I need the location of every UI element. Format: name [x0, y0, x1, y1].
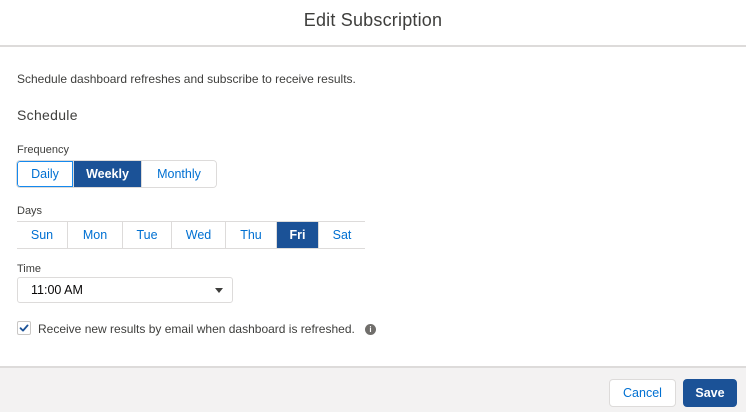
schedule-heading: Schedule — [17, 107, 78, 123]
email-results-label: Receive new results by email when dashbo… — [38, 322, 355, 336]
days-button-group: Sun Mon Tue Wed Thu Fri Sat — [17, 221, 365, 249]
modal-footer: Cancel Save — [0, 366, 746, 412]
frequency-monthly-button[interactable]: Monthly — [142, 161, 216, 187]
chevron-down-icon — [215, 288, 223, 293]
day-sun-button[interactable]: Sun — [17, 222, 68, 248]
modal-title: Edit Subscription — [303, 10, 443, 30]
checkmark-icon — [19, 324, 29, 332]
intro-text: Schedule dashboard refreshes and subscri… — [17, 72, 356, 86]
frequency-button-group: Daily Weekly Monthly — [16, 160, 217, 188]
info-icon[interactable]: i — [365, 324, 376, 335]
email-results-checkbox[interactable] — [17, 321, 31, 335]
frequency-label: Frequency — [17, 144, 69, 156]
frequency-weekly-button[interactable]: Weekly — [74, 161, 142, 187]
cancel-button[interactable]: Cancel — [609, 379, 676, 407]
day-wed-button[interactable]: Wed — [172, 222, 226, 248]
time-select[interactable]: 11:00 AM — [17, 277, 233, 303]
time-label: Time — [17, 263, 42, 275]
day-thu-button[interactable]: Thu — [226, 222, 277, 248]
time-select-value: 11:00 AM — [31, 283, 83, 297]
save-button[interactable]: Save — [683, 379, 737, 407]
day-sat-button[interactable]: Sat — [319, 222, 365, 248]
modal-header: Edit Subscription — [0, 0, 746, 47]
modal-body: Schedule dashboard refreshes and subscri… — [0, 49, 746, 366]
day-mon-button[interactable]: Mon — [68, 222, 123, 248]
day-fri-button[interactable]: Fri — [277, 222, 319, 248]
day-tue-button[interactable]: Tue — [123, 222, 172, 248]
days-label: Days — [17, 205, 43, 217]
frequency-daily-button[interactable]: Daily — [17, 161, 74, 187]
